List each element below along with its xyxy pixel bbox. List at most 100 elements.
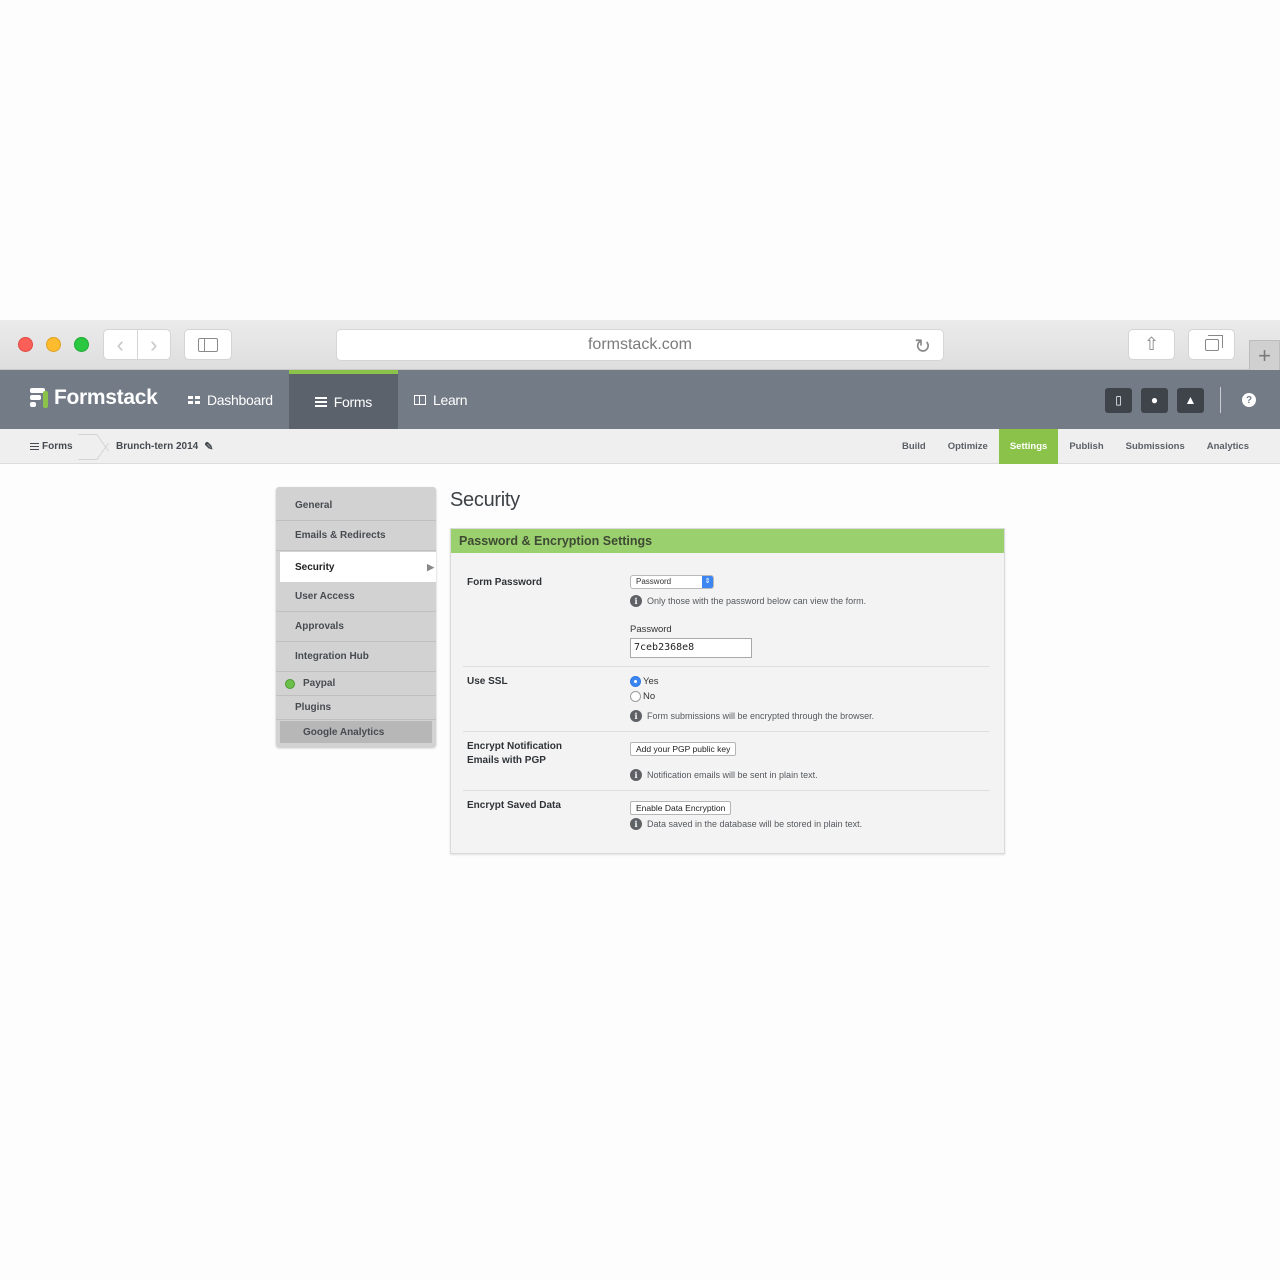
encrypt-data-label: Encrypt Saved Data (467, 800, 561, 811)
ssl-help: i Form submissions will be encrypted thr… (630, 710, 874, 722)
share-icon[interactable]: ⇧ (1128, 329, 1175, 360)
divider (463, 731, 990, 732)
history-nav: ‹ › (103, 329, 171, 360)
menu-label: Google Analytics (303, 726, 385, 738)
divider (463, 790, 990, 791)
chevron-right-icon[interactable]: › (136, 330, 171, 359)
breadcrumb-forms[interactable]: Forms (30, 429, 73, 464)
main-nav: Dashboard Forms Learn (172, 370, 483, 429)
pgp-key-field: Add your PGP public key (630, 739, 737, 757)
menu-item-integration-hub[interactable]: Integration Hub (276, 642, 436, 672)
encrypt-data-help: i Data saved in the database will be sto… (630, 818, 862, 830)
form-tabs: Build Optimize Settings Publish Submissi… (891, 429, 1260, 464)
radio-label: Yes (643, 676, 659, 687)
menu-label: Security (295, 561, 335, 573)
logo-icon (30, 387, 48, 409)
form-subnav: Forms Brunch-tern 2014 ✎ Build Optimize … (0, 429, 1280, 464)
minimize-window-button[interactable] (46, 337, 61, 352)
select-value: Password (636, 577, 672, 586)
menu-label: Emails & Redirects (295, 530, 386, 541)
password-type-select[interactable]: Password ⇕ (630, 575, 714, 589)
ssl-no-option[interactable]: No (630, 689, 659, 704)
tab-analytics[interactable]: Analytics (1196, 429, 1260, 464)
sidebar-icon[interactable] (184, 329, 232, 360)
menu-item-general[interactable]: General (276, 491, 436, 521)
menu-item-google-analytics[interactable]: Google Analytics (280, 721, 432, 743)
ssl-radio-group: Yes No (630, 674, 659, 704)
book-icon (413, 394, 426, 405)
menu-label: User Access (295, 591, 355, 602)
status-dot-icon (285, 678, 295, 689)
chevron-left-icon[interactable]: ‹ (104, 330, 137, 359)
nav-dashboard[interactable]: Dashboard (172, 370, 289, 429)
nav-label: Learn (432, 391, 468, 408)
data-encryption-field: Enable Data Encryption (630, 798, 732, 816)
info-icon: i (630, 818, 642, 830)
address-bar[interactable]: formstack.com ↻ (336, 329, 944, 361)
menu-item-plugins[interactable]: Plugins (276, 696, 436, 720)
menu-item-user-access[interactable]: User Access (276, 582, 436, 612)
password-field-label: Password (630, 624, 672, 635)
tab-submissions[interactable]: Submissions (1115, 429, 1196, 464)
select-arrows-icon: ⇕ (702, 576, 713, 588)
tab-publish[interactable]: Publish (1058, 429, 1114, 464)
encrypt-emails-help: i Notification emails will be sent in pl… (630, 769, 818, 781)
user-icon[interactable]: ● (1141, 387, 1168, 413)
close-window-button[interactable] (18, 337, 33, 352)
info-icon: i (630, 769, 642, 781)
pencil-icon[interactable]: ✎ (204, 440, 213, 453)
list-icon (30, 441, 39, 452)
password-input[interactable]: 7ceb2368e8 (630, 638, 752, 658)
radio-checked[interactable] (630, 676, 641, 687)
settings-panel: Password & Encryption Settings Form Pass… (450, 528, 1005, 854)
book-icon[interactable]: ▯ (1105, 387, 1132, 413)
nav-label: Forms (333, 393, 372, 410)
help-text: Only those with the password below can v… (647, 596, 867, 606)
nav-learn[interactable]: Learn (398, 370, 483, 429)
menu-label: General (295, 500, 333, 511)
formstack-logo[interactable]: Formstack (30, 386, 158, 410)
maximize-window-button[interactable] (74, 337, 89, 352)
nav-label: Dashboard (207, 391, 273, 408)
nav-forms[interactable]: Forms (288, 370, 398, 429)
enable-data-encryption-button[interactable]: Enable Data Encryption (630, 801, 732, 815)
plus-icon[interactable]: + (1249, 340, 1280, 370)
panel-title: Password & Encryption Settings (451, 529, 1004, 553)
menu-item-paypal[interactable]: Paypal (276, 672, 436, 696)
dashboard-icon (188, 395, 200, 404)
menu-label: Plugins (295, 702, 332, 713)
label-line: Encrypt Notification (467, 741, 563, 752)
info-icon: i (630, 710, 642, 722)
logo-text: Formstack (54, 386, 158, 409)
divider (463, 666, 990, 667)
menu-label: Integration Hub (295, 651, 369, 662)
menu-item-emails-redirects[interactable]: Emails & Redirects (276, 521, 436, 551)
header-actions: ▯ ● ▲ ? (1105, 387, 1256, 413)
ssl-yes-option[interactable]: Yes (630, 674, 659, 689)
tab-optimize[interactable]: Optimize (937, 429, 999, 464)
breadcrumb-separator (84, 429, 102, 464)
caret-right-icon: ▶ (427, 561, 434, 572)
menu-label: Paypal (303, 678, 336, 689)
label-line: Emails with PGP (467, 755, 546, 766)
url-text: formstack.com (587, 336, 692, 353)
encrypt-emails-label: Encrypt Notification Emails with PGP (467, 740, 562, 768)
divider (1220, 387, 1221, 413)
help-icon[interactable]: ? (1242, 393, 1256, 407)
tab-build[interactable]: Build (891, 429, 937, 464)
menu-label: Approvals (295, 621, 344, 632)
menu-item-security[interactable]: Security ▶ (280, 552, 436, 582)
tabs-icon[interactable] (1188, 329, 1235, 360)
add-pgp-key-button[interactable]: Add your PGP public key (630, 742, 737, 756)
form-password-label: Form Password (467, 577, 543, 588)
tab-settings[interactable]: Settings (998, 429, 1059, 464)
radio-unchecked[interactable] (630, 691, 641, 702)
bell-icon[interactable]: ▲ (1177, 387, 1204, 413)
breadcrumb-form-name[interactable]: Brunch-tern 2014 ✎ (116, 429, 213, 464)
menu-item-approvals[interactable]: Approvals (276, 612, 436, 642)
use-ssl-label: Use SSL (467, 676, 508, 687)
page-title: Security (450, 489, 520, 511)
form-password-select[interactable]: Password ⇕ (630, 575, 714, 589)
help-text: Data saved in the database will be store… (647, 819, 863, 829)
reload-icon[interactable]: ↻ (914, 334, 931, 359)
